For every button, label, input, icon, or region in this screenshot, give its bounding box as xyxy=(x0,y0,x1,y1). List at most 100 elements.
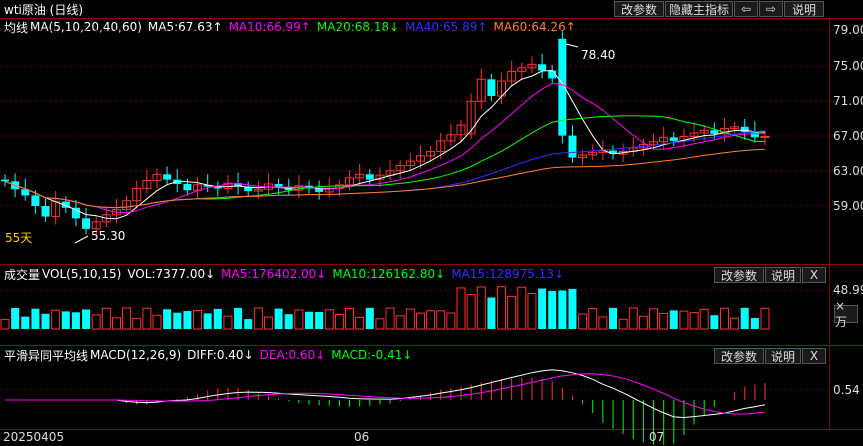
volume-close-icon[interactable]: X xyxy=(802,267,826,283)
volume-bar xyxy=(405,308,415,330)
volume-unit-button[interactable]: ×万 xyxy=(834,299,858,329)
volume-label: 成交量 xyxy=(4,267,41,282)
volume-y-tick: 48.99 xyxy=(833,283,863,297)
volume-bar xyxy=(244,319,253,329)
ma20-line xyxy=(4,115,765,209)
candle-body xyxy=(41,206,50,217)
candle-body xyxy=(82,218,91,229)
candle-body xyxy=(750,132,759,138)
volume-bar xyxy=(710,315,719,329)
candle-body xyxy=(669,137,678,141)
volume-bar xyxy=(223,315,233,330)
volume-bar xyxy=(101,307,111,330)
ma10-line xyxy=(4,82,766,214)
volume-bar xyxy=(11,307,20,329)
volume-bar xyxy=(375,318,385,330)
volume-bar xyxy=(0,319,10,330)
volume-bar xyxy=(122,307,132,330)
volume-bar xyxy=(31,308,40,329)
volume-bar xyxy=(446,312,456,330)
volume-bar xyxy=(487,297,496,329)
macd-macd-value: MACD:-0.41↓ xyxy=(331,348,413,362)
volume-bar xyxy=(234,308,243,329)
volume-bar xyxy=(466,294,476,330)
days-label: 55天 xyxy=(5,231,33,245)
candle-body xyxy=(183,184,192,191)
volume-bar xyxy=(527,292,537,330)
ma60-line xyxy=(4,148,766,209)
y-tick: 79.00 xyxy=(833,23,863,37)
volume-bar xyxy=(132,317,142,330)
chart-canvas xyxy=(0,18,863,445)
candle-body xyxy=(538,64,547,71)
candle-body xyxy=(740,126,749,133)
macd-change-params-button[interactable]: 改参数 xyxy=(714,348,764,364)
volume-bar xyxy=(193,310,203,330)
y-tick: 59.00 xyxy=(833,199,863,213)
volume-bar xyxy=(355,316,365,330)
candle-body xyxy=(568,135,577,158)
volume-bar xyxy=(71,312,80,329)
volume-bar xyxy=(507,295,517,330)
x-label-june: 06 xyxy=(354,430,370,444)
volume-bar xyxy=(345,307,355,330)
volume-bar xyxy=(111,317,121,330)
volume-bar xyxy=(284,314,293,329)
volume-bar xyxy=(426,310,436,330)
volume-bar xyxy=(253,307,263,330)
volume-bar xyxy=(699,308,709,330)
volume-bar xyxy=(669,310,678,329)
volume-bar xyxy=(740,307,749,329)
volume-help-button[interactable]: 说明 xyxy=(765,267,801,283)
chart-window: wti原油 (日线) 改参数 隐藏主指标 ⇦ ⇨ 说明 均线 MA(5,10,2… xyxy=(0,0,863,446)
candle-body xyxy=(163,174,172,180)
candle-body xyxy=(487,79,496,96)
x-label-start: 20250405 xyxy=(3,430,65,444)
volume-bar xyxy=(334,314,344,330)
y-tick: 67.00 xyxy=(833,129,863,143)
volume-bar xyxy=(82,309,91,329)
volume-bar xyxy=(61,311,70,329)
volume-bar xyxy=(649,308,659,330)
low-label: 55.30 xyxy=(91,229,126,243)
macd-close-icon[interactable]: X xyxy=(802,348,826,364)
macd-help-button[interactable]: 说明 xyxy=(765,348,801,364)
volume-bar xyxy=(760,307,770,330)
candle-body xyxy=(710,130,719,134)
vol-value: VOL:7377.00↓ xyxy=(127,267,216,281)
ma40-line xyxy=(4,130,766,209)
volume-bar xyxy=(517,286,527,330)
volume-bar xyxy=(183,311,192,329)
volume-bar xyxy=(213,308,222,329)
volume-bar xyxy=(730,317,740,330)
volume-bar xyxy=(679,310,689,330)
volume-bar xyxy=(558,290,567,329)
volume-bar xyxy=(203,313,212,329)
volume-bar xyxy=(365,307,374,329)
macd-dea-line xyxy=(5,373,766,415)
candle-body xyxy=(760,135,770,138)
volume-bar xyxy=(497,286,507,330)
volume-bar xyxy=(51,309,61,330)
macd-label: 平滑异同平均线 xyxy=(4,348,89,363)
volume-bar xyxy=(638,315,648,330)
volume-bar xyxy=(163,309,172,329)
candle-body xyxy=(1,179,9,182)
macd-y-tick: 0.54 xyxy=(833,383,860,397)
macd-lines xyxy=(5,369,766,419)
volume-bar xyxy=(173,312,182,329)
y-tick: 63.00 xyxy=(833,164,863,178)
volume-bar xyxy=(152,314,162,330)
high-label: 78.40 xyxy=(581,48,616,62)
high-marker-line xyxy=(565,43,579,48)
low-marker-line xyxy=(74,235,89,244)
volume-bar xyxy=(274,308,283,329)
volume-bar xyxy=(294,309,304,330)
vol-ma5-value: MA5:176402.00↓ xyxy=(221,267,327,281)
x-label-july: 07 xyxy=(649,430,665,444)
volume-bar xyxy=(315,311,324,329)
macd-dea-value: DEA:0.60↓ xyxy=(259,348,326,362)
volume-bar xyxy=(588,308,598,330)
y-tick: 71.00 xyxy=(833,94,863,108)
volume-change-params-button[interactable]: 改参数 xyxy=(714,267,764,283)
